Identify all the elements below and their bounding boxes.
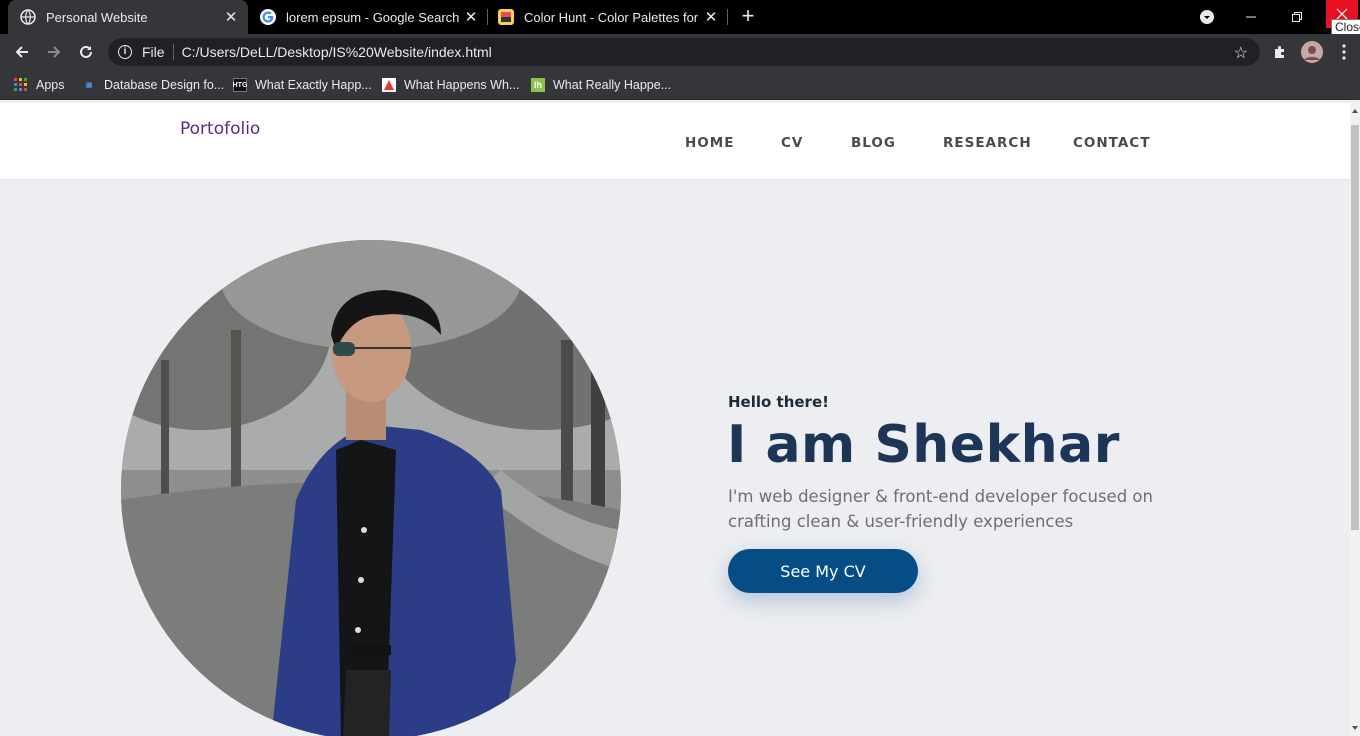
arrow-right-icon: [48, 46, 61, 58]
close-icon[interactable]: ✕: [702, 8, 720, 26]
bookmark-star-icon[interactable]: ☆: [1234, 43, 1248, 63]
warning-icon: [382, 78, 396, 92]
profile-photo: [121, 240, 621, 736]
site-logo[interactable]: Portofolio: [180, 119, 260, 139]
browser-toolbar: i File C:/Users/DeLL/Desktop/IS%20Websit…: [0, 34, 1360, 70]
see-my-cv-button[interactable]: See My CV: [728, 549, 918, 593]
menu-button[interactable]: [1332, 40, 1356, 64]
minimize-icon: [1246, 16, 1256, 18]
nav-home[interactable]: HOME: [685, 135, 734, 151]
profile-button[interactable]: [1300, 40, 1324, 64]
tab-title: Personal Website: [46, 9, 148, 25]
globe-icon: [20, 9, 36, 25]
tab-title: lorem epsum - Google Search: [286, 9, 460, 25]
new-tab-button[interactable]: +: [736, 5, 760, 29]
kebab-menu-icon: [1342, 44, 1346, 60]
reload-icon: [80, 45, 92, 58]
bookmarks-bar: Apps ▣ Database Design fo... HTG What Ex…: [0, 70, 1360, 100]
separator: [172, 44, 174, 60]
bookmark-what-exactly[interactable]: HTG What Exactly Happ...: [233, 76, 372, 94]
bookmark-apps[interactable]: Apps: [14, 76, 65, 94]
bookmark-what-happens[interactable]: What Happens Wh...: [382, 76, 519, 94]
htg-icon: HTG: [233, 78, 247, 92]
forward-button[interactable]: [42, 40, 66, 64]
chevron-down-icon: [1200, 10, 1214, 24]
bookmark-what-really[interactable]: lh What Really Happe...: [531, 76, 671, 94]
tab-strip: Personal Website ✕ lorem epsum - Google …: [0, 0, 1360, 34]
nav-research[interactable]: RESEARCH: [943, 135, 1032, 151]
puzzle-icon: [1275, 46, 1284, 58]
scheme-label: File: [142, 44, 165, 60]
minimize-button[interactable]: [1236, 0, 1266, 34]
google-icon: [260, 9, 276, 25]
close-icon[interactable]: ✕: [462, 8, 480, 26]
tab-search-button[interactable]: [1196, 0, 1218, 34]
url-text[interactable]: C:/Users/DeLL/Desktop/IS%20Website/index…: [182, 44, 492, 60]
tab-title: Color Hunt - Color Palettes for De: [524, 9, 702, 25]
bookmark-database-design[interactable]: ▣ Database Design fo...: [82, 76, 225, 94]
bookmark-label: What Exactly Happ...: [255, 78, 372, 92]
restore-button[interactable]: [1282, 0, 1312, 34]
colorhunt-icon: [498, 9, 514, 25]
tab-google-search[interactable]: lorem epsum - Google Search ✕: [248, 0, 488, 34]
reload-button[interactable]: [74, 40, 98, 64]
hero-headline: I am Shekhar: [727, 415, 1120, 475]
hero-greeting: Hello there!: [728, 393, 829, 411]
site-header: Portofolio HOME CV BLOG RESEARCH CONTACT: [0, 103, 1350, 180]
bookmark-label: Database Design fo...: [104, 78, 225, 92]
nav-blog[interactable]: BLOG: [851, 135, 896, 151]
scrollbar-thumb[interactable]: [1351, 125, 1359, 530]
back-button[interactable]: [10, 40, 34, 64]
avatar: [1301, 41, 1323, 63]
page-scrollbar[interactable]: [1350, 103, 1360, 736]
bookmark-label: Apps: [36, 78, 65, 92]
tab-personal-website[interactable]: Personal Website ✕: [8, 0, 248, 34]
info-icon[interactable]: i: [118, 45, 132, 59]
close-icon[interactable]: ✕: [222, 8, 240, 26]
bookmark-label: What Really Happe...: [553, 78, 672, 92]
address-bar[interactable]: i File C:/Users/DeLL/Desktop/IS%20Websit…: [108, 38, 1260, 66]
apps-grid-icon: [14, 78, 28, 92]
tab-separator: [727, 9, 728, 25]
scroll-up-arrow-icon[interactable]: [1352, 109, 1358, 113]
arrow-left-icon: [15, 46, 28, 58]
tab-color-hunt[interactable]: Color Hunt - Color Palettes for De ✕: [488, 0, 728, 34]
scroll-down-arrow-icon[interactable]: [1352, 726, 1358, 730]
extensions-button[interactable]: [1268, 40, 1292, 64]
nav-cv[interactable]: CV: [781, 135, 803, 151]
bookmark-label: What Happens Wh...: [404, 78, 520, 92]
hero-tagline: I'm web designer & front-end developer f…: [728, 487, 1153, 531]
restore-icon: [1292, 12, 1302, 22]
database-icon: ▣: [85, 82, 93, 89]
page-viewport: Portofolio HOME CV BLOG RESEARCH CONTACT: [0, 103, 1350, 736]
nav-contact[interactable]: CONTACT: [1073, 135, 1150, 151]
lh-icon: lh: [531, 78, 545, 92]
